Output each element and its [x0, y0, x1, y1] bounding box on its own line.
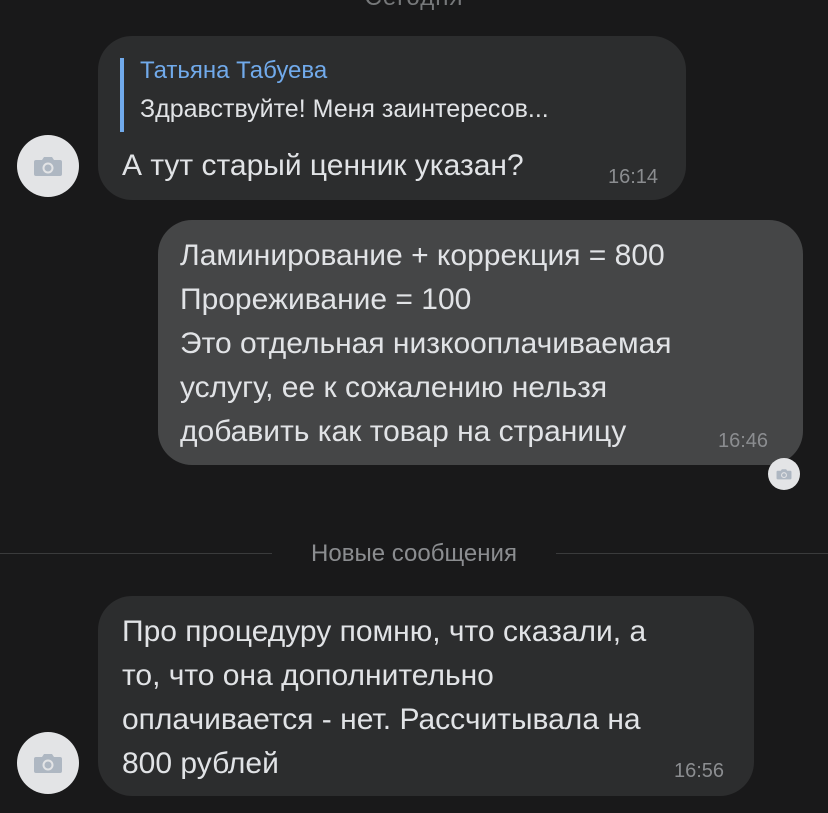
- separator-line: [556, 553, 828, 554]
- message-time: 16:46: [718, 430, 769, 452]
- message-time: 16:14: [608, 166, 659, 188]
- read-receipt-avatar: [768, 458, 800, 490]
- reply-author: Татьяна Табуева: [140, 57, 328, 84]
- avatar[interactable]: [17, 732, 79, 794]
- separator-line: [0, 553, 272, 554]
- message-bubble-incoming[interactable]: Про процедуру помню, что сказали, а то, …: [98, 596, 754, 796]
- camera-icon: [776, 469, 792, 480]
- reply-quote[interactable]: Татьяна Табуева Здравствуйте! Меня заинт…: [120, 57, 549, 132]
- new-messages-label: Новые сообщения: [311, 540, 517, 567]
- message-text: Про процедуру помню, что сказали, а то, …: [122, 615, 647, 780]
- message-time: 16:56: [674, 760, 725, 782]
- chat-history: Сегодня Татьяна Табуева Здравствуйте! Ме…: [0, 0, 828, 813]
- date-separator: Сегодня: [0, 0, 828, 10]
- camera-icon: [34, 754, 62, 773]
- avatar[interactable]: [17, 135, 79, 197]
- message-bubble-incoming[interactable]: Татьяна Табуева Здравствуйте! Меня заинт…: [98, 36, 686, 200]
- camera-icon: [34, 157, 62, 176]
- message-text: А тут старый ценник указан?: [122, 149, 524, 182]
- message-bubble-outgoing[interactable]: Ламинирование + коррекция = 800 Прорежив…: [158, 220, 803, 465]
- message-text: Ламинирование + коррекция = 800 Прорежив…: [180, 239, 672, 448]
- reply-text: Здравствуйте! Меня заинтересов...: [140, 95, 549, 123]
- new-messages-separator: Новые сообщения: [0, 540, 828, 570]
